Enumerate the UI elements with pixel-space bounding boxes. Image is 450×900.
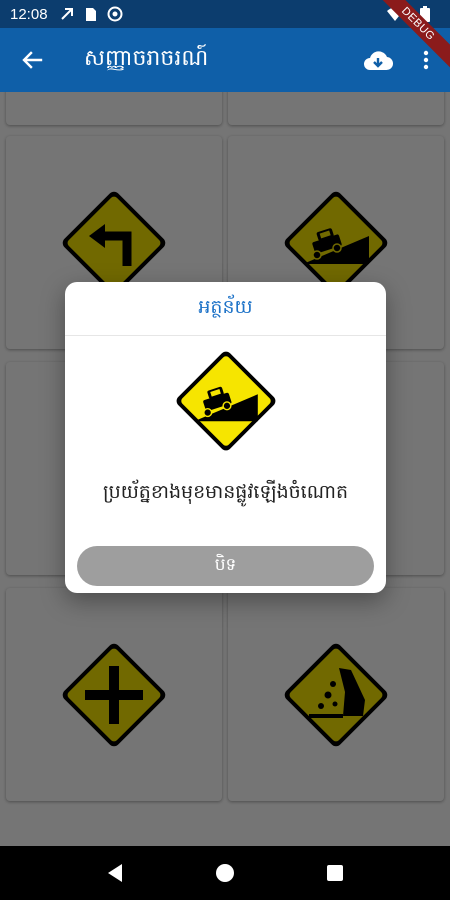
sim-icon xyxy=(82,5,100,23)
nav-back-button[interactable] xyxy=(95,853,135,893)
app-title: សញ្ញាចរាចរណ៍ xyxy=(84,46,209,71)
back-button[interactable] xyxy=(0,28,64,92)
dialog-title: អត្ថន័យ xyxy=(65,282,386,336)
system-nav-bar xyxy=(0,846,450,900)
steep-incline-sign xyxy=(176,351,276,451)
arrow-back-icon xyxy=(22,51,43,69)
nav-home-button[interactable] xyxy=(205,853,245,893)
rotation-icon xyxy=(58,5,76,23)
home-circle-icon xyxy=(216,864,234,882)
recents-square-icon xyxy=(327,865,343,881)
close-button[interactable]: បិទ xyxy=(77,546,374,586)
dialog-description: ប្រយ័ត្នខាងមុខមានផ្លូវឡើងចំណោត xyxy=(102,481,348,503)
vpn-icon xyxy=(106,5,124,23)
meaning-dialog: អត្ថន័យ ប្រយ័ត្នខាងមុខមានផ្លូវឡើងចំណោត ប… xyxy=(65,282,386,593)
debug-ribbon: DEBUG xyxy=(370,0,450,80)
status-time: 12:08 xyxy=(10,5,48,23)
back-triangle-icon xyxy=(108,864,122,882)
nav-recents-button[interactable] xyxy=(315,853,355,893)
